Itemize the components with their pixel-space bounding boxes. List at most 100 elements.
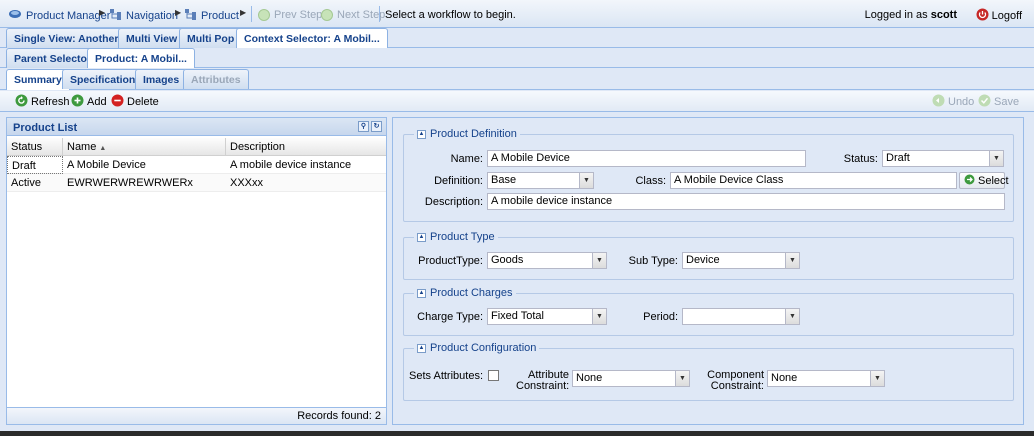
chevron-down-icon[interactable]: ▼ — [592, 253, 606, 268]
tab-images[interactable]: Images — [135, 69, 188, 89]
chevron-down-icon[interactable]: ▼ — [592, 309, 606, 324]
sub-type-value: Device — [686, 254, 720, 266]
name-label: Name: — [450, 153, 483, 165]
tab-single-view[interactable]: Single View: Another... — [6, 28, 135, 48]
product-type-value: Goods — [491, 254, 524, 266]
save-check-icon — [978, 94, 991, 110]
sets-attributes-checkbox[interactable] — [488, 370, 499, 381]
sub-type-select[interactable]: Device ▼ — [682, 252, 800, 269]
class-field[interactable]: A Mobile Device Class — [670, 172, 957, 189]
product-list-header: Product List ⚲ ↻ — [7, 118, 386, 136]
definition-select[interactable]: Base ▼ — [487, 172, 594, 189]
chevron-down-icon[interactable]: ▼ — [675, 371, 689, 386]
column-status[interactable]: Status — [7, 138, 63, 156]
records-found: Records found: 2 — [7, 407, 386, 424]
tab-specification[interactable]: Specification — [62, 69, 144, 89]
product-charges-legend[interactable]: ▲ Product Charges — [414, 287, 516, 299]
chevron-down-icon[interactable]: ▼ — [785, 253, 799, 268]
tab-multi-view[interactable]: Multi View — [118, 28, 186, 48]
workspace-tabstrip: Single View: Another... Multi View Multi… — [0, 28, 1034, 49]
select-class-button[interactable]: Select — [959, 172, 1009, 189]
product-type-title: Product Type — [430, 231, 495, 243]
column-name[interactable]: Name ▲ — [63, 138, 226, 156]
arrow-right-icon: ▶ — [175, 8, 182, 17]
product-tabstrip: Summary Specification Images Attributes — [0, 68, 1034, 90]
navigation-link[interactable]: Navigation — [110, 9, 178, 23]
tab-parent-selector[interactable]: Parent Selector — [6, 48, 100, 68]
product-charges-title: Product Charges — [430, 287, 513, 299]
next-step-icon — [321, 9, 333, 21]
description-field[interactable]: A mobile device instance — [487, 193, 1005, 210]
collapse-icon[interactable]: ▲ — [417, 288, 426, 298]
product-definition-title: Product Definition — [430, 128, 517, 140]
status-value: Draft — [886, 152, 910, 164]
action-toolbar: Refresh Add Delete Undo Save — [0, 91, 1034, 112]
logoff-label: Logoff — [991, 10, 1022, 22]
charge-type-label: Charge Type: — [417, 311, 483, 323]
period-select[interactable]: ▼ — [682, 308, 800, 325]
search-icon[interactable]: ⚲ — [358, 121, 369, 132]
logged-in-prefix: Logged in as — [864, 9, 928, 21]
product-manager-link[interactable]: Product Manager — [8, 9, 110, 22]
delete-label: Delete — [127, 96, 159, 108]
status-select[interactable]: Draft ▼ — [882, 150, 1004, 167]
prev-step-button[interactable]: Prev Step — [258, 9, 322, 21]
table-row[interactable]: Active EWRWERWREWRWERx XXXxx — [7, 174, 386, 192]
product-type-legend[interactable]: ▲ Product Type — [414, 231, 498, 243]
undo-icon — [932, 94, 945, 110]
chevron-down-icon[interactable]: ▼ — [870, 371, 884, 386]
product-list-panel: Product List ⚲ ↻ Status Name ▲ Descripti… — [6, 117, 387, 425]
tab-product[interactable]: Product: A Mobil... — [87, 48, 195, 69]
product-link[interactable]: Product — [185, 9, 239, 23]
undo-label: Undo — [948, 96, 975, 108]
product-label: Product — [201, 10, 239, 22]
grid-header: Status Name ▲ Description — [7, 138, 386, 156]
navigation-label: Navigation — [126, 10, 178, 22]
delete-icon — [111, 94, 124, 110]
chevron-down-icon[interactable]: ▼ — [579, 173, 593, 188]
table-row[interactable]: Draft A Mobile Device A mobile device in… — [7, 156, 386, 174]
save-button[interactable]: Save — [978, 94, 1019, 110]
column-description[interactable]: Description — [226, 138, 386, 156]
add-button[interactable]: Add — [71, 94, 107, 110]
prev-step-label: Prev Step — [274, 9, 323, 21]
cell-name: A Mobile Device — [67, 159, 146, 171]
cell-description: A mobile device instance — [230, 159, 352, 171]
product-type-select[interactable]: Goods ▼ — [487, 252, 607, 269]
refresh-button[interactable]: Refresh — [15, 94, 70, 110]
tab-summary[interactable]: Summary — [6, 69, 70, 90]
product-definition-legend[interactable]: ▲ Product Definition — [414, 128, 520, 140]
chevron-down-icon[interactable]: ▼ — [785, 309, 799, 324]
context-tabstrip: Parent Selector Product: A Mobil... — [0, 48, 1034, 69]
workflow-message: Select a workflow to begin. — [385, 9, 516, 21]
collapse-icon[interactable]: ▲ — [417, 129, 426, 139]
chevron-down-icon[interactable]: ▼ — [989, 151, 1003, 166]
undo-button[interactable]: Undo — [932, 94, 974, 110]
delete-button[interactable]: Delete — [111, 94, 159, 110]
arrow-right-icon: ▶ — [99, 8, 106, 17]
refresh-tool-icon[interactable]: ↻ — [371, 121, 382, 132]
prev-step-icon — [258, 9, 270, 21]
logoff-button[interactable]: Logoff — [976, 8, 1022, 24]
collapse-icon[interactable]: ▲ — [417, 343, 426, 353]
product-configuration-legend[interactable]: ▲ Product Configuration — [414, 342, 540, 354]
charge-type-value: Fixed Total — [491, 310, 544, 322]
attribute-constraint-label-2: Constraint: — [516, 380, 570, 392]
window-bottom-border — [0, 431, 1034, 436]
tab-context-selector[interactable]: Context Selector: A Mobil... — [236, 28, 388, 49]
attribute-constraint-select[interactable]: None ▼ — [572, 370, 690, 387]
product-tree-icon — [185, 9, 197, 23]
charge-type-select[interactable]: Fixed Total ▼ — [487, 308, 607, 325]
next-step-button[interactable]: Next Step — [321, 9, 385, 21]
tab-multi-pop[interactable]: Multi Pop — [179, 28, 243, 48]
collapse-icon[interactable]: ▲ — [417, 232, 426, 242]
tab-attributes[interactable]: Attributes — [183, 69, 249, 89]
cell-name: EWRWERWREWRWERx — [67, 177, 193, 189]
sub-type-label: Sub Type: — [628, 255, 678, 267]
name-field[interactable]: A Mobile Device — [487, 150, 806, 167]
refresh-icon — [15, 94, 28, 110]
attribute-constraint-value: None — [576, 372, 603, 384]
product-type-fieldset: ▲ Product Type ProductType: Goods ▼ Sub … — [403, 231, 1014, 280]
component-constraint-select[interactable]: None ▼ — [767, 370, 885, 387]
top-toolbar: Product Manager ▶ Navigation ▶ Product ▶… — [0, 0, 1034, 28]
